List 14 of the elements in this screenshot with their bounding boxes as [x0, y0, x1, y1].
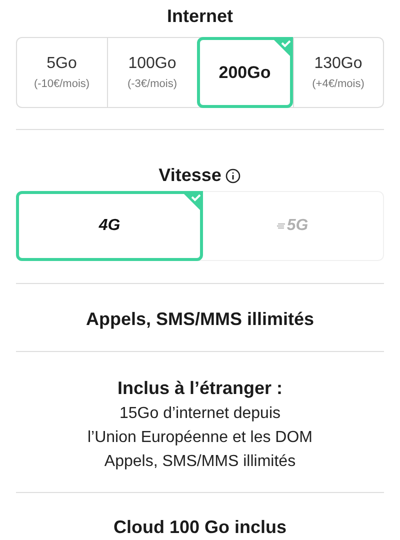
feature-title: Appels, SMS/MMS illimités	[84, 308, 316, 331]
data-option[interactable]: 200Go	[197, 37, 292, 108]
speed-lines-icon	[276, 222, 285, 230]
feature-text: l’Union Européenne et les DOM	[87, 428, 312, 448]
feature-text: 15Go d’internet depuis	[120, 404, 280, 424]
feature-title: Cloud 100 Go inclus	[112, 516, 288, 539]
speed-option[interactable]: 4G	[16, 191, 203, 261]
feature-title: Inclus à l’étranger :	[116, 377, 284, 400]
data-option[interactable]: 5Go (-10€/mois)	[17, 38, 106, 107]
feature-text: Appels, SMS/MMS illimités	[104, 452, 296, 472]
section-title: Vitesse	[158, 164, 222, 187]
data-option[interactable]: 130Go (+4€/mois)	[292, 38, 383, 107]
section-title: Internet	[166, 5, 234, 28]
info-icon[interactable]	[225, 168, 242, 184]
